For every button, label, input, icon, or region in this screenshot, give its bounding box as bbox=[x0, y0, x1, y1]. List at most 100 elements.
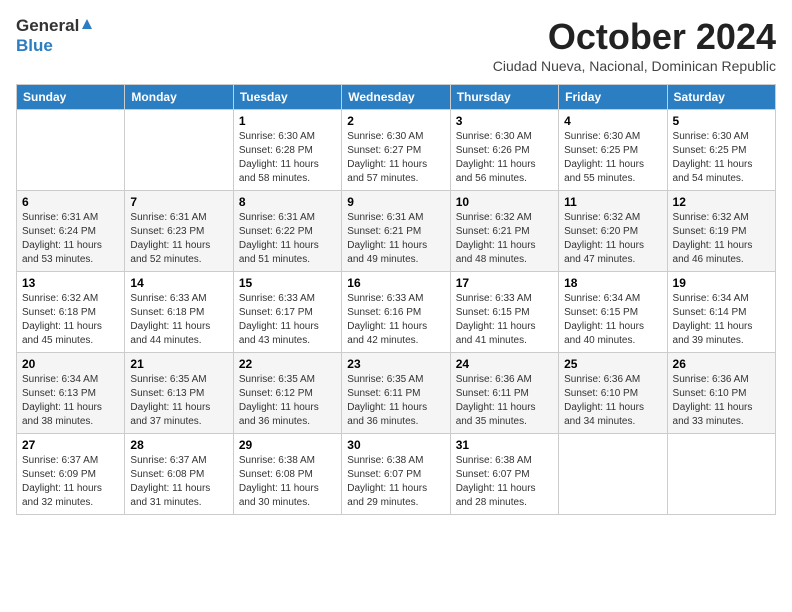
calendar-cell bbox=[17, 110, 125, 191]
calendar-header-row: SundayMondayTuesdayWednesdayThursdayFrid… bbox=[17, 85, 776, 110]
calendar-cell: 19 Sunrise: 6:34 AMSunset: 6:14 PMDayligh… bbox=[667, 272, 775, 353]
column-header-tuesday: Tuesday bbox=[233, 85, 341, 110]
calendar-cell: 31Sunrise: 6:38 AMSunset: 6:07 PMDayligh… bbox=[450, 434, 558, 515]
day-number: 6 bbox=[22, 195, 119, 209]
day-info: Sunrise: 6:37 AMSunset: 6:09 PMDaylight:… bbox=[22, 454, 119, 510]
logo: General Blue bbox=[16, 16, 94, 56]
day-info: Sunrise: 6:30 AMSunset: 6:27 PMDaylight:… bbox=[347, 130, 444, 186]
day-info: Sunrise: 6:31 AMSunset: 6:23 PMDaylight:… bbox=[130, 211, 227, 267]
calendar-cell: 5 Sunrise: 6:30 AMSunset: 6:25 PMDaylight… bbox=[667, 110, 775, 191]
day-number: 24 bbox=[456, 357, 553, 371]
day-number: 9 bbox=[347, 195, 444, 209]
column-header-friday: Friday bbox=[559, 85, 667, 110]
calendar-table: SundayMondayTuesdayWednesdayThursdayFrid… bbox=[16, 84, 776, 515]
calendar-cell: 6 Sunrise: 6:31 AMSunset: 6:24 PMDaylight… bbox=[17, 191, 125, 272]
day-info: Sunrise: 6:33 AMSunset: 6:17 PMDaylight:… bbox=[239, 292, 336, 348]
day-number: 17 bbox=[456, 276, 553, 290]
calendar-cell bbox=[559, 434, 667, 515]
day-info: Sunrise: 6:33 AMSunset: 6:15 PMDaylight:… bbox=[456, 292, 553, 348]
day-info: Sunrise: 6:35 AMSunset: 6:12 PMDaylight:… bbox=[239, 373, 336, 429]
day-number: 14 bbox=[130, 276, 227, 290]
day-info: Sunrise: 6:33 AMSunset: 6:18 PMDaylight:… bbox=[130, 292, 227, 348]
logo-general-text: General bbox=[16, 17, 79, 36]
column-header-thursday: Thursday bbox=[450, 85, 558, 110]
calendar-cell: 11 Sunrise: 6:32 AMSunset: 6:20 PMDayligh… bbox=[559, 191, 667, 272]
day-number: 2 bbox=[347, 114, 444, 128]
calendar-cell: 15 Sunrise: 6:33 AMSunset: 6:17 PMDayligh… bbox=[233, 272, 341, 353]
calendar-cell: 17 Sunrise: 6:33 AMSunset: 6:15 PMDayligh… bbox=[450, 272, 558, 353]
calendar-cell: 30Sunrise: 6:38 AMSunset: 6:07 PMDayligh… bbox=[342, 434, 450, 515]
day-number: 19 bbox=[673, 276, 770, 290]
day-number: 4 bbox=[564, 114, 661, 128]
calendar-cell: 26Sunrise: 6:36 AMSunset: 6:10 PMDayligh… bbox=[667, 353, 775, 434]
day-info: Sunrise: 6:34 AMSunset: 6:14 PMDaylight:… bbox=[673, 292, 770, 348]
calendar-cell: 22 Sunrise: 6:35 AMSunset: 6:12 PMDayligh… bbox=[233, 353, 341, 434]
column-header-sunday: Sunday bbox=[17, 85, 125, 110]
day-number: 20 bbox=[22, 357, 119, 371]
day-number: 10 bbox=[456, 195, 553, 209]
day-number: 13 bbox=[22, 276, 119, 290]
calendar-week-row: 27 Sunrise: 6:37 AMSunset: 6:09 PMDayligh… bbox=[17, 434, 776, 515]
day-number: 3 bbox=[456, 114, 553, 128]
calendar-cell: 27 Sunrise: 6:37 AMSunset: 6:09 PMDayligh… bbox=[17, 434, 125, 515]
calendar-cell: 16Sunrise: 6:33 AMSunset: 6:16 PMDayligh… bbox=[342, 272, 450, 353]
day-info: Sunrise: 6:30 AMSunset: 6:25 PMDaylight:… bbox=[564, 130, 661, 186]
calendar-week-row: 1 Sunrise: 6:30 AMSunset: 6:28 PMDaylight… bbox=[17, 110, 776, 191]
calendar-cell bbox=[667, 434, 775, 515]
calendar-cell: 13 Sunrise: 6:32 AMSunset: 6:18 PMDayligh… bbox=[17, 272, 125, 353]
day-number: 27 bbox=[22, 438, 119, 452]
day-info: Sunrise: 6:38 AMSunset: 6:07 PMDaylight:… bbox=[347, 454, 444, 510]
day-number: 23 bbox=[347, 357, 444, 371]
calendar-cell: 10 Sunrise: 6:32 AMSunset: 6:21 PMDayligh… bbox=[450, 191, 558, 272]
calendar-week-row: 6 Sunrise: 6:31 AMSunset: 6:24 PMDaylight… bbox=[17, 191, 776, 272]
day-info: Sunrise: 6:31 AMSunset: 6:21 PMDaylight:… bbox=[347, 211, 444, 267]
day-number: 1 bbox=[239, 114, 336, 128]
day-info: Sunrise: 6:30 AMSunset: 6:25 PMDaylight:… bbox=[673, 130, 770, 186]
column-header-monday: Monday bbox=[125, 85, 233, 110]
day-info: Sunrise: 6:38 AMSunset: 6:08 PMDaylight:… bbox=[239, 454, 336, 510]
day-info: Sunrise: 6:32 AMSunset: 6:21 PMDaylight:… bbox=[456, 211, 553, 267]
logo-icon bbox=[80, 17, 94, 31]
day-info: Sunrise: 6:31 AMSunset: 6:24 PMDaylight:… bbox=[22, 211, 119, 267]
month-title: October 2024 bbox=[493, 16, 776, 58]
calendar-cell: 21 Sunrise: 6:35 AMSunset: 6:13 PMDayligh… bbox=[125, 353, 233, 434]
calendar-cell: 25Sunrise: 6:36 AMSunset: 6:10 PMDayligh… bbox=[559, 353, 667, 434]
calendar-cell: 20 Sunrise: 6:34 AMSunset: 6:13 PMDayligh… bbox=[17, 353, 125, 434]
calendar-cell: 2 Sunrise: 6:30 AMSunset: 6:27 PMDaylight… bbox=[342, 110, 450, 191]
day-info: Sunrise: 6:38 AMSunset: 6:07 PMDaylight:… bbox=[456, 454, 553, 510]
day-info: Sunrise: 6:36 AMSunset: 6:10 PMDaylight:… bbox=[564, 373, 661, 429]
calendar-cell: 29Sunrise: 6:38 AMSunset: 6:08 PMDayligh… bbox=[233, 434, 341, 515]
calendar-cell: 3Sunrise: 6:30 AMSunset: 6:26 PMDaylight… bbox=[450, 110, 558, 191]
calendar-cell bbox=[125, 110, 233, 191]
day-info: Sunrise: 6:34 AMSunset: 6:13 PMDaylight:… bbox=[22, 373, 119, 429]
column-header-saturday: Saturday bbox=[667, 85, 775, 110]
day-number: 11 bbox=[564, 195, 661, 209]
day-info: Sunrise: 6:35 AMSunset: 6:13 PMDaylight:… bbox=[130, 373, 227, 429]
calendar-week-row: 20 Sunrise: 6:34 AMSunset: 6:13 PMDayligh… bbox=[17, 353, 776, 434]
title-area: October 2024 Ciudad Nueva, Nacional, Dom… bbox=[493, 16, 776, 74]
calendar-cell: 28Sunrise: 6:37 AMSunset: 6:08 PMDayligh… bbox=[125, 434, 233, 515]
day-number: 28 bbox=[130, 438, 227, 452]
day-number: 26 bbox=[673, 357, 770, 371]
day-info: Sunrise: 6:30 AMSunset: 6:28 PMDaylight:… bbox=[239, 130, 336, 186]
day-number: 21 bbox=[130, 357, 227, 371]
calendar-cell: 24 Sunrise: 6:36 AMSunset: 6:11 PMDayligh… bbox=[450, 353, 558, 434]
day-info: Sunrise: 6:32 AMSunset: 6:19 PMDaylight:… bbox=[673, 211, 770, 267]
day-number: 16 bbox=[347, 276, 444, 290]
header: General Blue October 2024 Ciudad Nueva, … bbox=[16, 16, 776, 74]
calendar-cell: 7Sunrise: 6:31 AMSunset: 6:23 PMDaylight… bbox=[125, 191, 233, 272]
calendar-cell: 1 Sunrise: 6:30 AMSunset: 6:28 PMDaylight… bbox=[233, 110, 341, 191]
day-info: Sunrise: 6:32 AMSunset: 6:20 PMDaylight:… bbox=[564, 211, 661, 267]
location-title: Ciudad Nueva, Nacional, Dominican Republ… bbox=[493, 58, 776, 74]
day-number: 5 bbox=[673, 114, 770, 128]
day-number: 22 bbox=[239, 357, 336, 371]
logo-blue-text: Blue bbox=[16, 36, 53, 55]
day-number: 15 bbox=[239, 276, 336, 290]
day-number: 12 bbox=[673, 195, 770, 209]
calendar-cell: 8Sunrise: 6:31 AMSunset: 6:22 PMDaylight… bbox=[233, 191, 341, 272]
day-info: Sunrise: 6:36 AMSunset: 6:11 PMDaylight:… bbox=[456, 373, 553, 429]
day-number: 8 bbox=[239, 195, 336, 209]
calendar-cell: 4 Sunrise: 6:30 AMSunset: 6:25 PMDaylight… bbox=[559, 110, 667, 191]
calendar-cell: 14 Sunrise: 6:33 AMSunset: 6:18 PMDayligh… bbox=[125, 272, 233, 353]
day-info: Sunrise: 6:32 AMSunset: 6:18 PMDaylight:… bbox=[22, 292, 119, 348]
